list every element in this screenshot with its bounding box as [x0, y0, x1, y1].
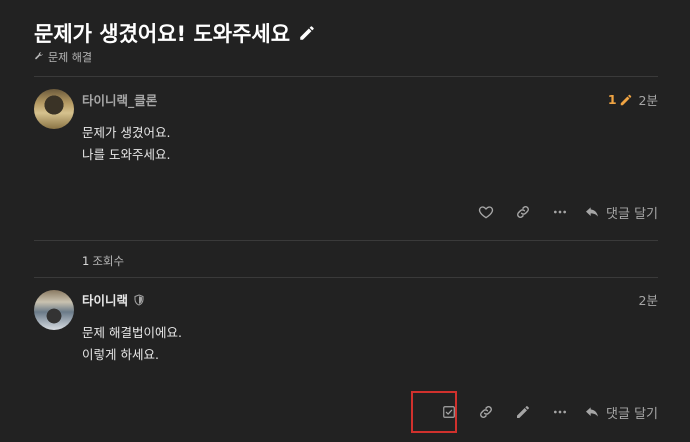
- post-username[interactable]: 타이니랙_클론: [82, 90, 157, 109]
- ellipsis-icon: [553, 210, 566, 214]
- copy-link-button[interactable]: [467, 400, 504, 424]
- edit-count: 1: [607, 92, 617, 107]
- post-username[interactable]: 타이니랙: [82, 290, 145, 309]
- post-line: 문제가 생겼어요.: [82, 125, 171, 140]
- avatar[interactable]: [34, 290, 74, 330]
- topic-title-text: 문제가 생겼어요! 도와주세요: [34, 22, 291, 46]
- pencil-icon[interactable]: [298, 24, 316, 42]
- more-button[interactable]: [541, 400, 578, 424]
- username-text: 타이니랙_클론: [82, 93, 158, 108]
- heart-icon: [478, 206, 493, 219]
- reply-button[interactable]: 댓글 달기: [584, 203, 658, 222]
- category-label: 문제 해결: [48, 51, 92, 64]
- post-meta: 1 2분: [608, 90, 658, 109]
- reply-button[interactable]: 댓글 달기: [584, 403, 658, 422]
- link-icon: [516, 206, 529, 218]
- category-link[interactable]: 문제 해결: [34, 49, 92, 65]
- like-button[interactable]: [467, 200, 504, 224]
- avatar[interactable]: [34, 89, 74, 129]
- reply-icon: [586, 407, 599, 417]
- divider: [34, 76, 658, 77]
- post-actions: 댓글 달기: [467, 200, 658, 224]
- shield-icon: [134, 293, 144, 306]
- post-body: 문제가 생겼어요. 나를 도와주세요.: [82, 122, 170, 166]
- username-text: 타이니랙: [82, 293, 129, 308]
- post-line: 이렇게 하세요.: [82, 347, 159, 362]
- reply-label: 댓글 달기: [606, 206, 658, 222]
- more-button[interactable]: [541, 200, 578, 224]
- link-icon: [479, 406, 492, 418]
- topic-page: 문제가 생겼어요! 도와주세요 문제 해결 타이니랙_클론 1 2분 문제가 생…: [0, 0, 690, 442]
- highlight-box: [411, 391, 457, 433]
- reply-label: 댓글 달기: [606, 406, 658, 422]
- copy-link-button[interactable]: [504, 200, 541, 224]
- post-actions: 댓글 달기: [430, 400, 658, 424]
- pencil-icon: [620, 94, 631, 105]
- post-meta: 2분: [639, 290, 658, 309]
- post-time[interactable]: 2분: [639, 290, 658, 309]
- views-count: 1: [82, 254, 90, 268]
- edit-history-button[interactable]: 1: [608, 92, 633, 107]
- post-line: 문제 해결법이에요.: [82, 325, 182, 340]
- divider: [34, 240, 658, 241]
- post-body: 문제 해결법이에요. 이렇게 하세요.: [82, 322, 182, 366]
- views-label: 조회수: [92, 254, 125, 268]
- divider: [34, 277, 658, 278]
- pencil-icon: [516, 406, 529, 418]
- ellipsis-icon: [553, 410, 566, 414]
- topic-views: 1 조회수: [82, 253, 124, 269]
- post-line: 나를 도와주세요.: [82, 147, 171, 162]
- edit-button[interactable]: [504, 400, 541, 424]
- wrench-icon: [34, 51, 44, 64]
- topic-title: 문제가 생겼어요! 도와주세요: [34, 18, 316, 48]
- post-time[interactable]: 2분: [639, 90, 658, 109]
- reply-icon: [586, 207, 599, 217]
